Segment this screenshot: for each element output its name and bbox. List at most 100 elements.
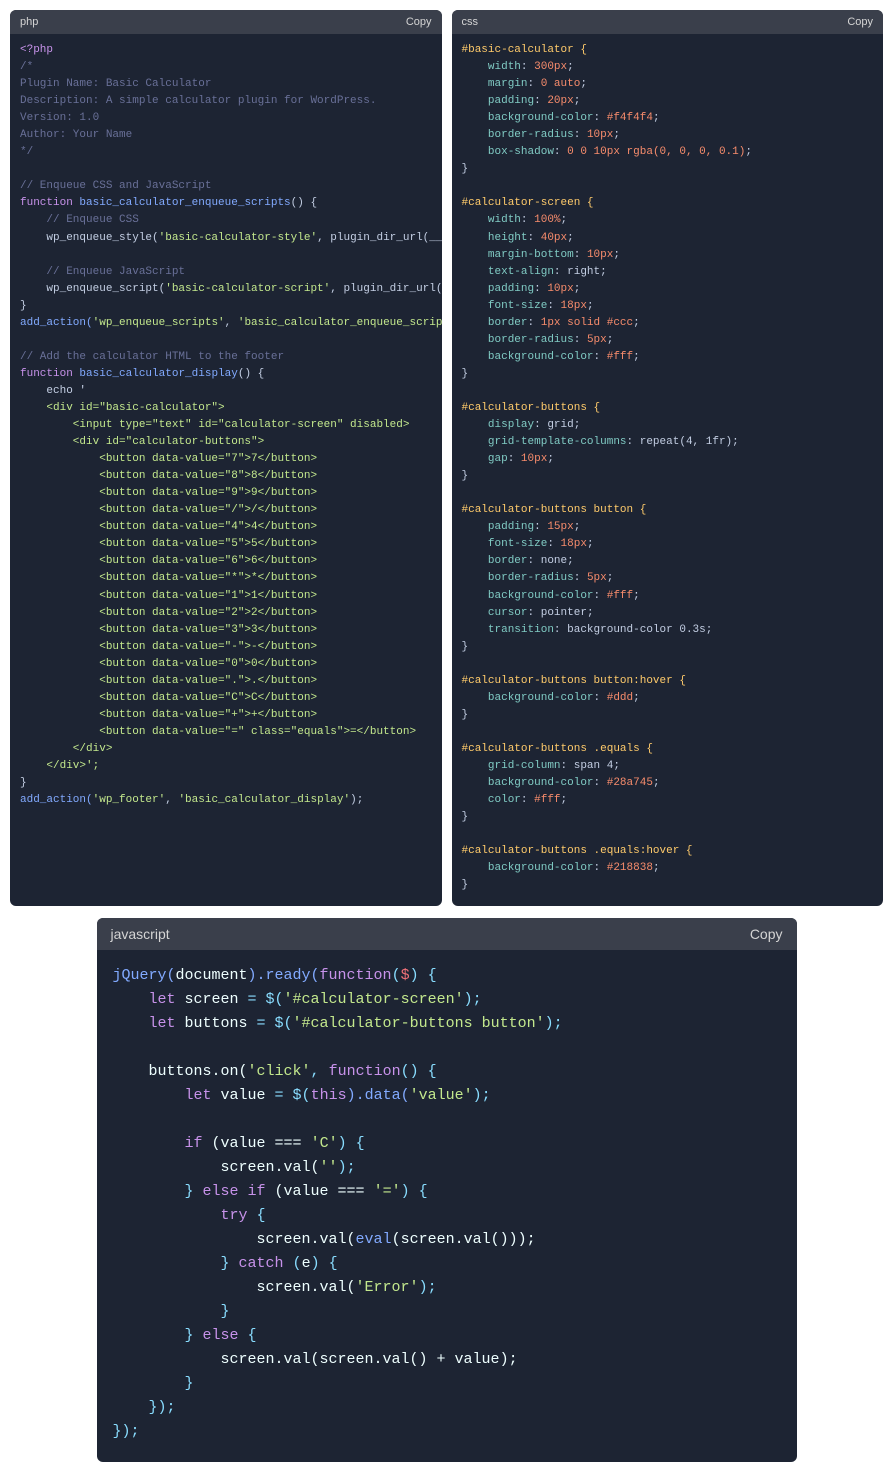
code-token: ).data(: [347, 1087, 410, 1104]
code-token: margin: [488, 78, 528, 90]
code-block-javascript: javascript Copy jQuery(document).ready(f…: [97, 918, 797, 1462]
code-line: }: [113, 1375, 194, 1392]
code-token: buttons: [185, 1015, 248, 1032]
code-token: 'Error': [356, 1279, 419, 1296]
code-token: padding: [488, 283, 534, 295]
copy-button[interactable]: Copy: [406, 16, 432, 28]
code-token: transition: [488, 624, 554, 636]
code-token: box-shadow: [488, 146, 554, 158]
code-line: <button data-value="9">9</button>: [20, 487, 317, 499]
code-token: background-color: [488, 862, 594, 874]
code-token: 10px: [521, 453, 547, 465]
code-token: margin-bottom: [488, 249, 574, 261]
code-token: function: [320, 967, 392, 984]
code-line: <button data-value="/">/</button>: [20, 504, 317, 516]
code-token: 'C': [311, 1135, 338, 1152]
code-token: grid-template-columns: [488, 436, 627, 448]
lang-label: javascript: [111, 926, 170, 942]
code-token: width: [488, 214, 521, 226]
code-line: <button data-value="5">5</button>: [20, 538, 317, 550]
code-token: 'value': [410, 1087, 473, 1104]
code-token: background-color 0.3s: [567, 624, 706, 636]
code-token: (value ===: [275, 1183, 374, 1200]
code-line: // Enqueue JavaScript: [20, 266, 185, 278]
code-token: #218838: [607, 862, 653, 874]
code-line: */: [20, 146, 33, 158]
code-token: add_action(: [20, 317, 93, 329]
code-token: background-color: [488, 777, 594, 789]
code-header-css: css Copy: [452, 10, 884, 34]
code-token: (: [392, 967, 401, 984]
code-line: #calculator-buttons .equals:hover {: [462, 845, 693, 857]
code-line: <div id="basic-calculator">: [20, 402, 225, 414]
code-token: background-color: [488, 692, 594, 704]
code-token: );: [473, 1087, 491, 1104]
code-line: /*: [20, 61, 33, 73]
code-body-php[interactable]: <?php /* Plugin Name: Basic Calculator D…: [10, 34, 442, 906]
code-body-css[interactable]: #basic-calculator { width: 300px; margin…: [452, 34, 884, 906]
code-token: 1px solid #ccc: [541, 317, 633, 329]
code-token: 'basic_calculator_enqueue_scripts': [238, 317, 442, 329]
code-token: border: [488, 317, 528, 329]
code-token: function: [20, 197, 79, 209]
code-token: background-color: [488, 351, 594, 363]
code-line: <button data-value="6">6</button>: [20, 555, 317, 567]
code-block-php: php Copy <?php /* Plugin Name: Basic Cal…: [10, 10, 442, 906]
code-token: 'click': [248, 1063, 311, 1080]
code-token: value: [221, 1087, 266, 1104]
code-line: <button data-value="0">0</button>: [20, 658, 317, 670]
code-line: }: [462, 879, 469, 891]
code-line: }: [462, 641, 469, 653]
code-line: #calculator-buttons button:hover {: [462, 675, 686, 687]
code-token: 10px: [587, 129, 613, 141]
code-line: screen.val(screen.val() + value);: [113, 1351, 518, 1368]
code-token: add_action(: [20, 794, 93, 806]
code-token: '#calculator-buttons button': [293, 1015, 545, 1032]
code-token: () {: [291, 197, 317, 209]
code-token: 5px: [587, 572, 607, 584]
code-token: border-radius: [488, 572, 574, 584]
lang-label: php: [20, 16, 38, 28]
code-token: 18px: [561, 538, 587, 550]
code-token: = $(: [239, 991, 284, 1008]
code-token: gap: [488, 453, 508, 465]
code-token: '#calculator-screen': [284, 991, 464, 1008]
code-line: }: [20, 300, 27, 312]
copy-button[interactable]: Copy: [847, 16, 873, 28]
code-line: </div>: [20, 743, 112, 755]
code-body-js[interactable]: jQuery(document).ready(function($) { let…: [97, 950, 797, 1462]
code-token: #28a745: [607, 777, 653, 789]
code-header-js: javascript Copy: [97, 918, 797, 950]
code-line: // Enqueue CSS and JavaScript: [20, 180, 211, 192]
code-token: font-size: [488, 300, 547, 312]
code-line: <button data-value="4">4</button>: [20, 521, 317, 533]
code-token: 0 auto: [541, 78, 581, 90]
code-line: Version: 1.0: [20, 112, 99, 124]
code-token: basic_calculator_display: [79, 368, 237, 380]
code-token: let: [113, 1087, 221, 1104]
code-line: <button data-value="C">C</button>: [20, 692, 317, 704]
code-token: screen.val(: [113, 1159, 320, 1176]
code-token: 18px: [561, 300, 587, 312]
copy-button[interactable]: Copy: [750, 926, 783, 942]
code-token: background-color: [488, 112, 594, 124]
code-token: 'basic-calculator-script': [165, 283, 330, 295]
code-line: });: [113, 1399, 176, 1416]
code-token: else: [203, 1327, 248, 1344]
code-token: cursor: [488, 607, 528, 619]
code-line: // Add the calculator HTML to the footer: [20, 351, 284, 363]
code-token: 'basic-calculator-style': [159, 232, 317, 244]
code-token: }: [113, 1255, 239, 1272]
code-line: // Enqueue CSS: [20, 214, 139, 226]
code-token: (screen.val()));: [392, 1231, 536, 1248]
code-line: }: [462, 709, 469, 721]
code-token: ) {: [401, 1183, 428, 1200]
code-token: }: [113, 1327, 203, 1344]
code-token: if: [113, 1135, 212, 1152]
code-token: grid-column: [488, 760, 561, 772]
code-line: Description: A simple calculator plugin …: [20, 95, 376, 107]
code-token: document: [176, 967, 248, 984]
code-token: #fff: [607, 351, 633, 363]
code-line: }: [20, 777, 27, 789]
code-token: catch: [239, 1255, 293, 1272]
